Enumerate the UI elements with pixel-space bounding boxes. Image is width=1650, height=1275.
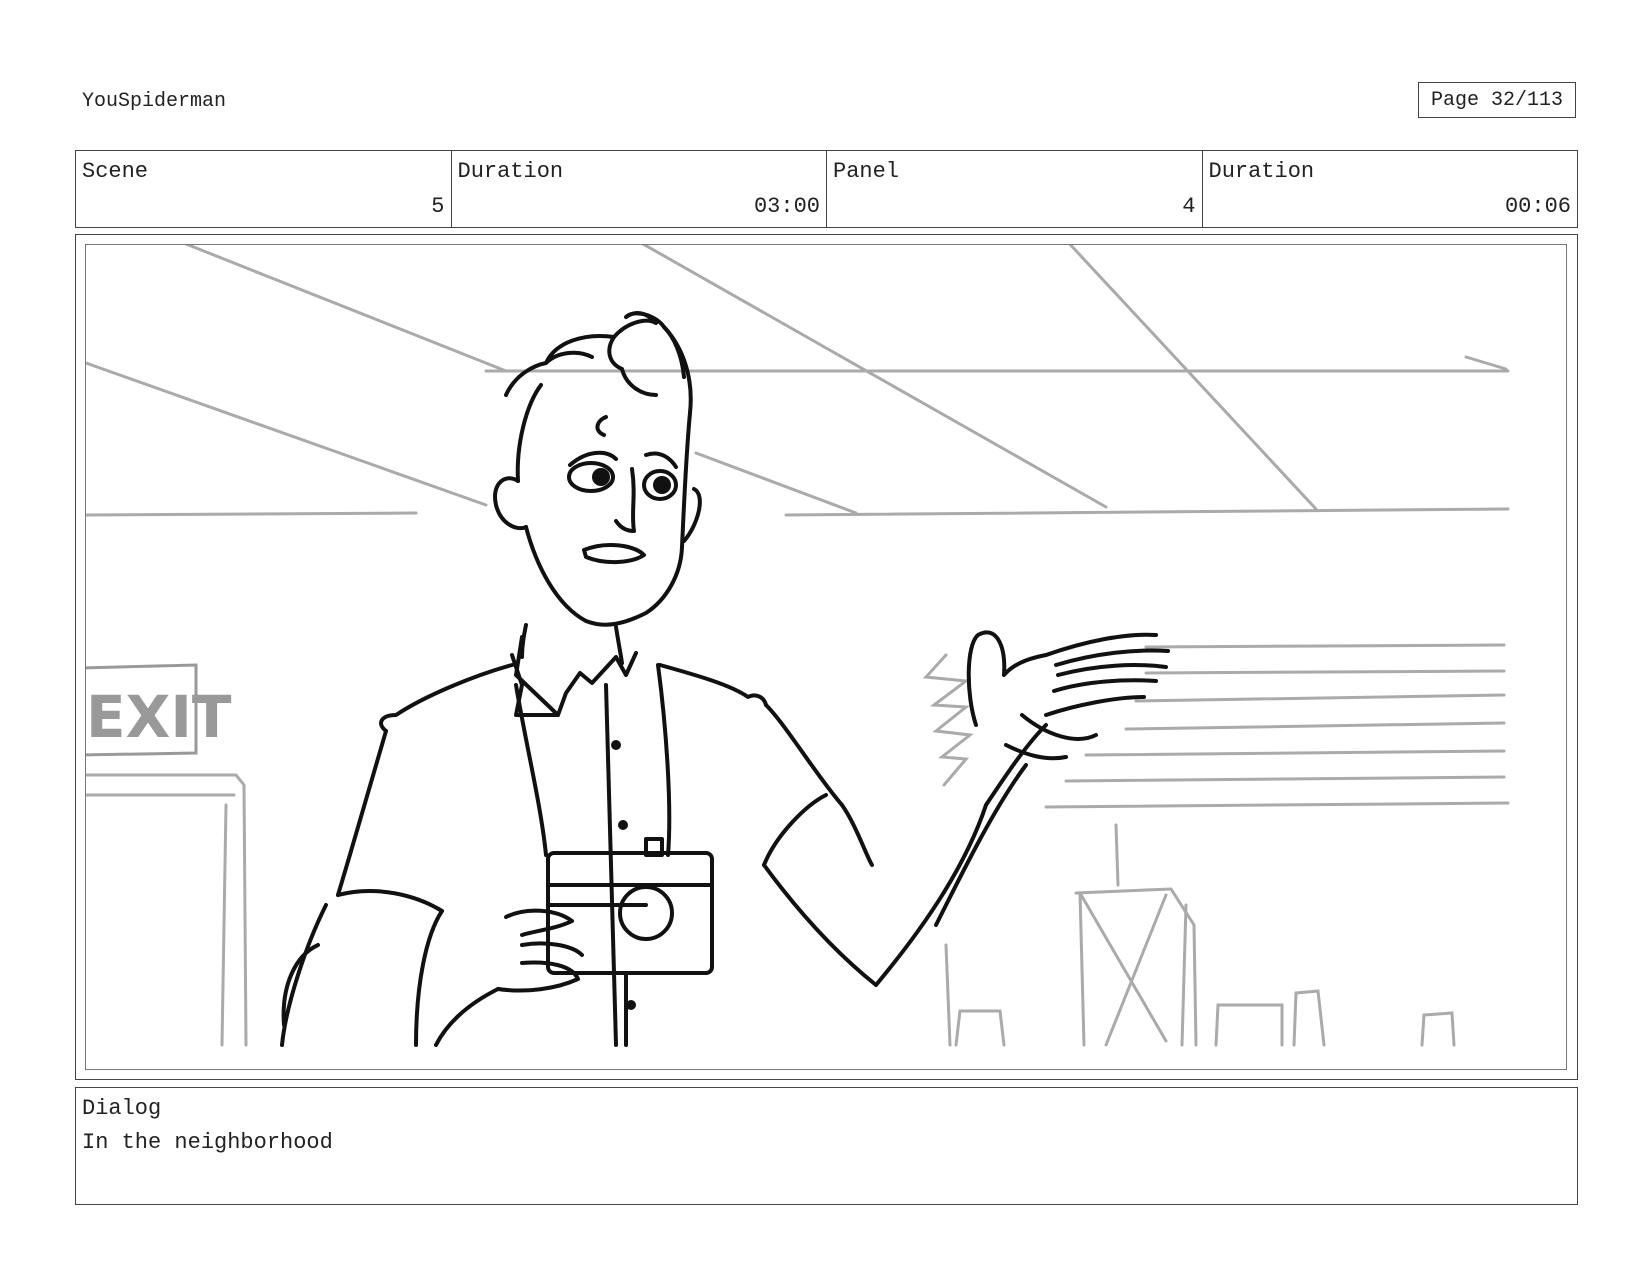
background-sketch — [86, 245, 1510, 1047]
panel-label: Panel — [833, 159, 900, 184]
page-label: Page — [1430, 88, 1479, 112]
dialog-text: In the neighborhood — [82, 1130, 333, 1155]
scene-duration-label: Duration — [457, 159, 564, 184]
exit-sign-text: EXIT — [86, 683, 232, 751]
storyboard-panel-image: EXIT — [85, 244, 1567, 1070]
panel-duration-label: Duration — [1208, 159, 1315, 184]
panel-duration-cell: Duration 00:06 — [1203, 151, 1578, 227]
panel-cell: Panel 4 — [827, 151, 1203, 227]
character-sketch — [280, 311, 1170, 1047]
scene-duration-cell: Duration 03:00 — [452, 151, 827, 227]
project-title: YouSpiderman — [82, 90, 227, 113]
storyboard-sketch: EXIT — [86, 245, 1510, 1047]
dialog-label: Dialog — [82, 1096, 162, 1121]
page-number: 32/113 — [1490, 88, 1563, 112]
dialog-box: Dialog In the neighborhood — [75, 1087, 1578, 1205]
storyboard-panel-frame: EXIT — [75, 234, 1578, 1080]
info-row: Scene 5 Duration 03:00 Panel 4 Duration … — [75, 150, 1578, 228]
scene-cell: Scene 5 — [76, 151, 452, 227]
scene-duration-value: 03:00 — [753, 194, 820, 219]
panel-duration-value: 00:06 — [1504, 194, 1571, 219]
exit-sign: EXIT — [86, 663, 232, 757]
page-indicator: Page 32/113 — [1418, 82, 1576, 118]
panel-value: 4 — [1182, 194, 1196, 219]
scene-value: 5 — [431, 194, 445, 219]
scene-label: Scene — [82, 159, 149, 184]
